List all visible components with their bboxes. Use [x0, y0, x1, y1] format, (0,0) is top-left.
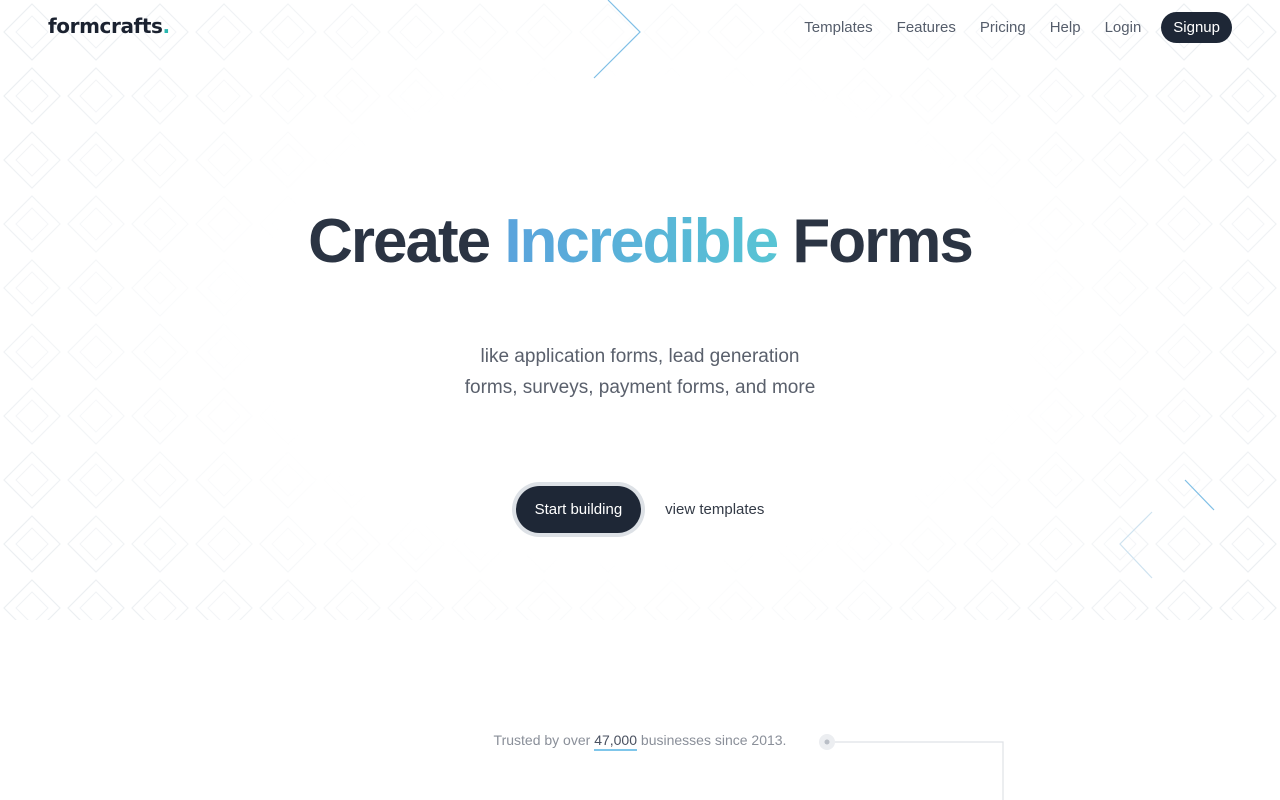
trusted-prefix: Trusted by over	[493, 732, 591, 748]
nav-login-link[interactable]: Login	[1105, 19, 1142, 36]
logo-dot: .	[162, 14, 171, 38]
trusted-suffix: businesses since 2013.	[640, 732, 787, 748]
business-count: 47,000	[594, 732, 638, 751]
hero-subtitle-line-2: forms, surveys, payment forms, and more	[464, 377, 816, 398]
hero-subtitle-line-1: like application forms, lead generation	[480, 346, 800, 367]
hero-cta-row: Start building view templates	[0, 486, 1280, 533]
hero-title-accent: Incredible	[504, 207, 779, 276]
nav-help-link[interactable]: Help	[1050, 19, 1081, 36]
hero-title-end: Forms	[792, 207, 973, 276]
main-nav: Templates Features Pricing Help Login Si…	[804, 12, 1232, 43]
top-navigation-bar: formcrafts. Templates Features Pricing H…	[0, 0, 1280, 56]
nav-features-link[interactable]: Features	[897, 19, 956, 36]
formcrafts-logo[interactable]: formcrafts.	[48, 14, 170, 38]
start-building-button[interactable]: Start building	[515, 486, 642, 533]
hero-subtitle: like application forms, lead generation f…	[0, 341, 1280, 403]
hero-title: Create Incredible Forms	[0, 206, 1280, 277]
logo-text: formcrafts	[48, 14, 163, 38]
nav-pricing-link[interactable]: Pricing	[980, 19, 1026, 36]
signup-button[interactable]: Signup	[1161, 12, 1232, 43]
hero-title-start: Create	[308, 207, 491, 276]
view-templates-link[interactable]: view templates	[665, 501, 764, 518]
trusted-by-statement: Trusted by over 47,000 businesses since …	[0, 732, 1280, 751]
nav-templates-link[interactable]: Templates	[804, 19, 872, 36]
connector-line-decoration	[819, 734, 1004, 800]
